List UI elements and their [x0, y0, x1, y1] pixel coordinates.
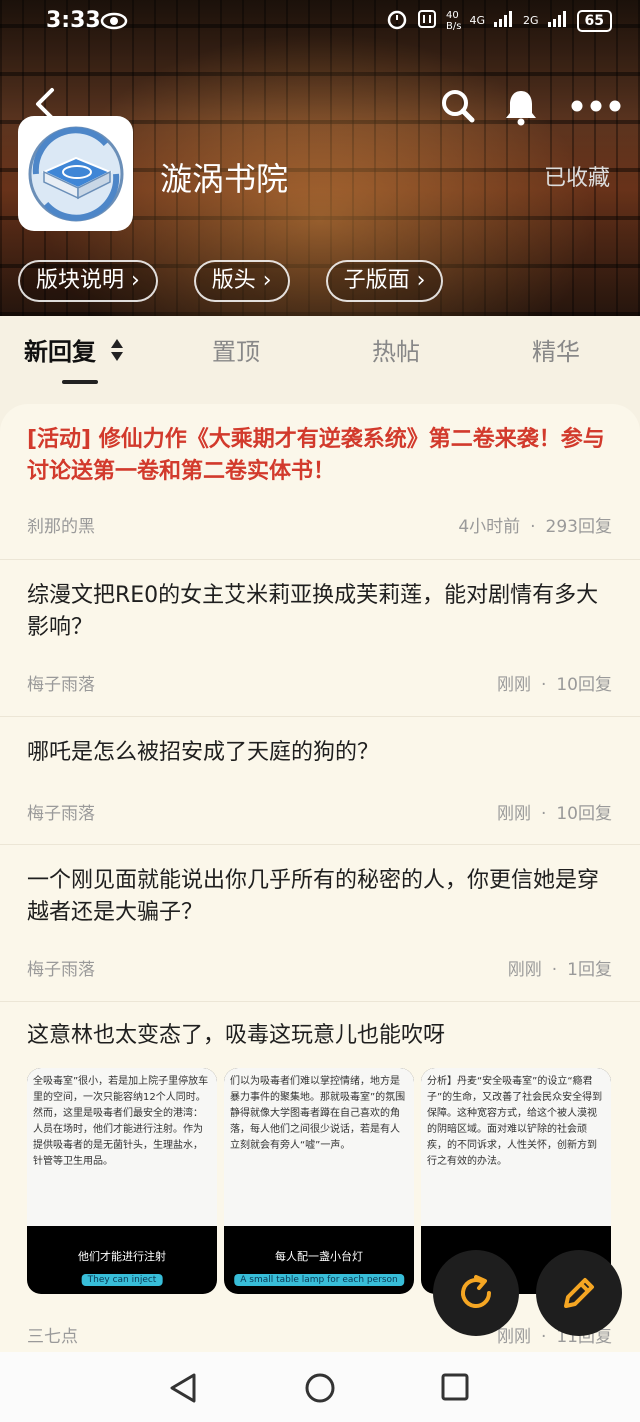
- board-title: 漩涡书院: [160, 160, 289, 198]
- post-time: 刚刚: [496, 675, 531, 695]
- thumbnail-text: 们以为吸毒者们难以掌控情绪，地方是暴力事件的聚集地。那就吸毒室”的氛围静得就像大…: [224, 1068, 414, 1226]
- battery-icon: 65: [576, 9, 612, 32]
- net-speed-value: 40: [446, 9, 459, 21]
- post-author: 梅子雨落: [27, 960, 95, 980]
- post-item[interactable]: [活动] 修仙力作《大乘期才有逆袭系统》第二卷来袭！参与讨论送第一卷和第二卷实体…: [0, 404, 640, 560]
- thumbnail-image[interactable]: 全吸毒室”很小，若是加上院子里停放车里的空间，一次只能容纳12个人同时。然而，这…: [27, 1068, 217, 1294]
- post-item[interactable]: 哪吒是怎么被招安成了天庭的狗的？ 梅子雨落 刚刚 · 10回复: [0, 717, 640, 845]
- thumbnail-image[interactable]: 们以为吸毒者们难以掌控情绪，地方是暴力事件的聚集地。那就吸毒室”的氛围静得就像大…: [224, 1068, 414, 1294]
- post-title: 哪吒是怎么被招安成了天庭的狗的？: [27, 740, 380, 765]
- post-author: 三七点: [27, 1327, 78, 1347]
- tab-label: 新回复: [24, 338, 96, 366]
- post-meta: 刚刚 · 10回复: [496, 804, 612, 824]
- post-list: [活动] 修仙力作《大乘期才有逆袭系统》第二卷来袭！参与讨论送第一卷和第二卷实体…: [0, 404, 640, 1352]
- bell-icon[interactable]: [504, 88, 538, 130]
- search-icon[interactable]: [440, 88, 476, 128]
- board-header: 3:33 40 B/s 4G 2G 65 漩涡书院 已收藏 版块说明 › 版头 …: [0, 0, 640, 316]
- thumbnail-caption: 他们才能进行注射: [78, 1250, 166, 1263]
- tab-new-replies[interactable]: 新回复: [24, 332, 124, 369]
- eye-icon: [100, 10, 128, 36]
- sub-board-button[interactable]: 子版面 ›: [325, 260, 444, 302]
- nav-back-icon[interactable]: [168, 1372, 198, 1408]
- header-pills: 版块说明 › 版头 › 子版面 ›: [18, 260, 444, 302]
- tab-pinned[interactable]: 置顶: [212, 332, 260, 367]
- post-replies: 293回复: [545, 517, 612, 537]
- post-title: [活动] 修仙力作《大乘期才有逆袭系统》第二卷来袭！参与讨论送第一卷和第二卷实体…: [27, 427, 605, 484]
- post-time: 4小时前: [458, 517, 521, 537]
- alarm-icon: [386, 8, 408, 33]
- favorite-button[interactable]: 已收藏: [544, 160, 610, 192]
- thumbnail-caption-en: They can inject: [81, 1274, 163, 1286]
- post-item[interactable]: 综漫文把RE0的女主艾米莉亚换成芙莉莲，能对剧情有多大影响？ 梅子雨落 刚刚 · 1…: [0, 560, 640, 717]
- signal-icon: [493, 10, 515, 31]
- post-thumbnails: 全吸毒室”很小，若是加上院子里停放车里的空间，一次只能容纳12个人同时。然而，这…: [27, 1068, 611, 1294]
- post-title: 这意林也太变态了，吸毒这玩意儿也能吹呀: [27, 1023, 446, 1048]
- tab-bar: 新回复 置顶 热帖 精华: [0, 316, 640, 386]
- post-replies: 1回复: [567, 960, 612, 980]
- more-icon[interactable]: [570, 98, 622, 117]
- post-author: 刹那的黑: [27, 517, 95, 537]
- nav-recents-icon[interactable]: [440, 1372, 470, 1406]
- thumbnail-text: 全吸毒室”很小，若是加上院子里停放车里的空间，一次只能容纳12个人同时。然而，这…: [27, 1068, 217, 1226]
- post-title: 一个刚见面就能说出你几乎所有的秘密的人，你更信她是穿越者还是大骗子？: [27, 868, 600, 925]
- status-right: 40 B/s 4G 2G 65: [386, 8, 612, 33]
- refresh-icon: [461, 1275, 491, 1309]
- post-meta: 刚刚 · 1回复: [507, 960, 612, 980]
- tab-indicator: [62, 380, 98, 384]
- nav-home-icon[interactable]: [304, 1372, 336, 1408]
- post-author: 梅子雨落: [27, 804, 95, 824]
- board-header-button[interactable]: 版头 ›: [193, 260, 290, 302]
- post-author: 梅子雨落: [27, 675, 95, 695]
- tab-featured[interactable]: 精华: [532, 332, 580, 367]
- thumbnail-caption-en: A small table lamp for each person: [234, 1274, 404, 1286]
- status-time: 3:33: [46, 8, 101, 33]
- thumbnail-caption: 每人配一盏小台灯: [275, 1250, 363, 1263]
- compose-button[interactable]: [536, 1250, 622, 1336]
- post-meta: 刚刚 · 10回复: [496, 675, 612, 695]
- net-type-1: 4G: [469, 14, 485, 27]
- refresh-button[interactable]: [433, 1250, 519, 1336]
- post-time: 刚刚: [496, 804, 531, 824]
- net-type-2: 2G: [522, 14, 539, 27]
- thumbnail-text: 分析】丹麦“安全吸毒室”的设立“瘾君子”的生命，又改善了社会民众安全得到保障。这…: [421, 1068, 611, 1226]
- system-nav-bar: [0, 1352, 640, 1422]
- status-bar: 3:33 40 B/s 4G 2G 65: [0, 6, 640, 36]
- post-time: 刚刚: [496, 1327, 531, 1347]
- net-speed-unit: B/s: [446, 20, 462, 32]
- tab-hot[interactable]: 热帖: [372, 332, 420, 367]
- board-logo: [18, 116, 133, 231]
- post-replies: 10回复: [556, 675, 612, 695]
- board-info-button[interactable]: 版块说明 ›: [18, 260, 158, 302]
- post-title: 综漫文把RE0的女主艾米莉亚换成芙莉莲，能对剧情有多大影响？: [27, 583, 599, 640]
- post-item[interactable]: 一个刚见面就能说出你几乎所有的秘密的人，你更信她是穿越者还是大骗子？ 梅子雨落 …: [0, 845, 640, 1002]
- post-replies: 10回复: [556, 804, 612, 824]
- post-time: 刚刚: [507, 960, 542, 980]
- sort-icon[interactable]: [110, 337, 124, 369]
- nfc-icon: [416, 8, 438, 33]
- signal-icon-2: [547, 10, 569, 31]
- post-meta: 4小时前 · 293回复: [458, 517, 612, 537]
- pencil-icon: [564, 1278, 594, 1308]
